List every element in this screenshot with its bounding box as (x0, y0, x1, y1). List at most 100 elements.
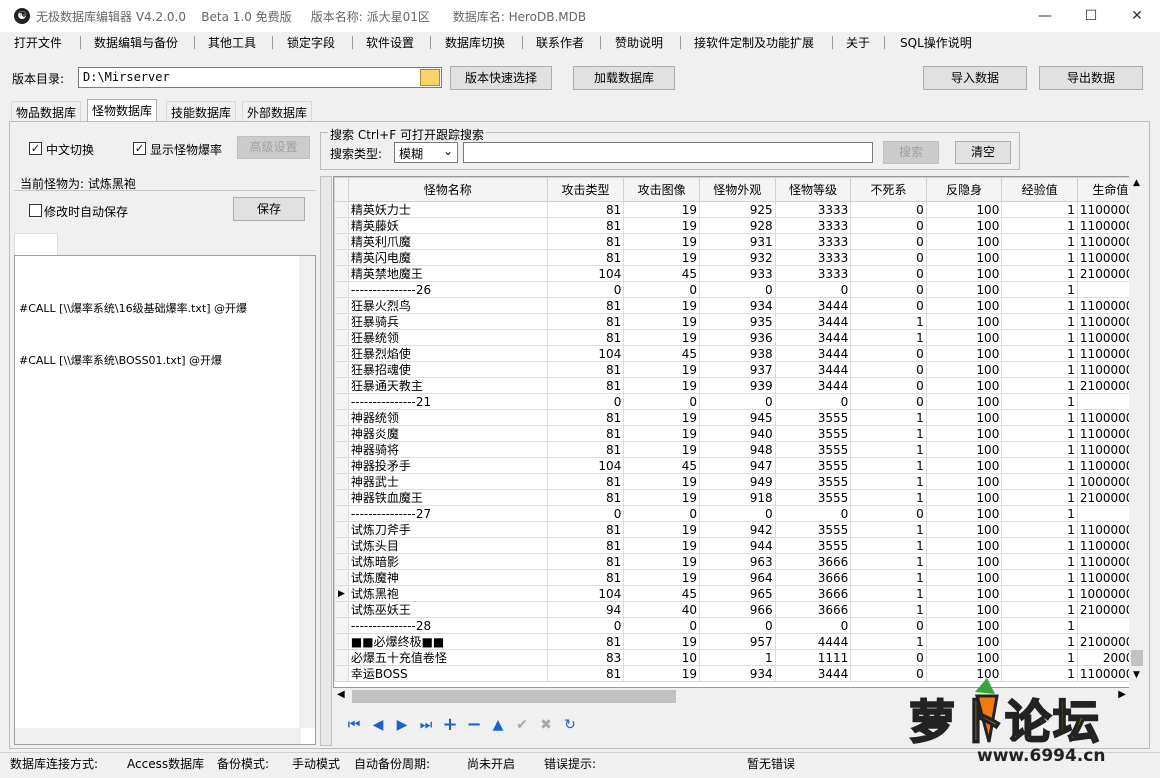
table-row[interactable]: 神器统领 81 19 945 3555 1 100 1 11000000 (334, 409, 1144, 426)
menu-lock-fields[interactable]: 锁定字段 (287, 34, 335, 51)
column-header[interactable]: 怪物外观 (698, 177, 776, 202)
table-cell[interactable]: 19 (623, 297, 700, 314)
table-row[interactable]: 狂暴烈焰使 104 45 938 3444 0 100 1 11000000 (334, 345, 1144, 362)
table-cell[interactable]: 940 (698, 425, 776, 442)
column-header[interactable]: 不死系 (850, 177, 927, 202)
next-icon[interactable]: ▶ (393, 716, 411, 734)
menu-custom[interactable]: 接软件定制及功能扩展 (694, 34, 814, 51)
table-cell[interactable]: 1 (850, 313, 927, 330)
table-cell[interactable]: 1 (1001, 649, 1078, 666)
table-cell[interactable]: 100 (925, 649, 1003, 666)
table-cell[interactable]: 3555 (774, 457, 852, 474)
last-icon[interactable]: ⏭ (417, 716, 435, 734)
table-cell[interactable]: 81 (546, 633, 625, 650)
table-cell[interactable]: 100 (925, 233, 1003, 250)
close-button[interactable]: ✕ (1114, 0, 1160, 32)
table-cell[interactable]: 1 (1001, 313, 1078, 330)
edit-icon[interactable]: ▲ (489, 716, 507, 734)
table-cell[interactable]: ---------------27 (347, 505, 548, 522)
table-cell[interactable]: 100 (925, 201, 1003, 218)
table-row[interactable]: 精英利爪魔 81 19 931 3333 0 100 1 11000000 (334, 233, 1144, 250)
table-cell[interactable]: 必爆五十充值卷怪 (347, 649, 548, 666)
quick-select-button[interactable]: 版本快速选择 (450, 66, 552, 90)
table-row[interactable]: 狂暴火烈鸟 81 19 934 3444 0 100 1 11000000 (334, 297, 1144, 314)
table-cell[interactable]: 1 (1001, 377, 1078, 394)
table-row[interactable]: ▶ 试炼黑袍 104 45 965 3666 1 100 1 10000000 (334, 585, 1144, 602)
scroll-thumb[interactable] (1131, 650, 1143, 666)
table-cell[interactable]: 81 (546, 569, 625, 586)
table-cell[interactable]: 104 (546, 457, 625, 474)
table-cell[interactable]: 精英妖力士 (347, 201, 548, 218)
table-cell[interactable]: 965 (698, 585, 776, 602)
table-cell[interactable]: 936 (698, 329, 776, 346)
table-cell[interactable]: 1 (1001, 505, 1078, 522)
table-cell[interactable]: 0 (698, 281, 776, 298)
table-cell[interactable]: 81 (546, 361, 625, 378)
table-cell[interactable]: ---------------21 (347, 393, 548, 410)
table-row[interactable]: 神器骑将 81 19 948 3555 1 100 1 11000000 (334, 441, 1144, 458)
table-cell[interactable]: 0 (850, 345, 927, 362)
table-cell[interactable]: 1 (1001, 489, 1078, 506)
table-cell[interactable]: 100 (925, 553, 1003, 570)
table-cell[interactable]: 1 (1001, 569, 1078, 586)
table-cell[interactable]: 942 (698, 521, 776, 538)
table-cell[interactable]: 948 (698, 441, 776, 458)
table-cell[interactable]: 81 (546, 313, 625, 330)
table-cell[interactable]: 100 (925, 489, 1003, 506)
table-row[interactable]: 必爆五十充值卷怪 83 10 1 1111 0 100 1 20000 (334, 649, 1144, 666)
table-cell[interactable]: 935 (698, 313, 776, 330)
table-cell[interactable]: 3666 (774, 601, 852, 618)
prior-icon[interactable]: ◀ (369, 716, 387, 734)
table-cell[interactable]: 0 (774, 617, 852, 634)
table-row[interactable]: 神器投矛手 104 45 947 3555 1 100 1 11000000 (334, 457, 1144, 474)
table-cell[interactable]: 1 (850, 601, 927, 618)
table-cell[interactable]: 1 (850, 425, 927, 442)
maximize-button[interactable]: ☐ (1068, 0, 1114, 32)
table-cell[interactable]: ---------------26 (347, 281, 548, 298)
table-row[interactable]: 精英闪电魔 81 19 932 3333 0 100 1 11000000 (334, 249, 1144, 266)
table-cell[interactable]: 100 (925, 265, 1003, 282)
table-cell[interactable]: 1 (1001, 521, 1078, 538)
table-cell[interactable]: 0 (850, 265, 927, 282)
menu-about[interactable]: 关于 (846, 34, 870, 51)
table-cell[interactable]: 19 (623, 665, 700, 682)
table-cell[interactable]: 0 (546, 281, 625, 298)
table-cell[interactable]: 1 (1001, 617, 1078, 634)
table-cell[interactable]: 1 (850, 441, 927, 458)
table-cell[interactable]: 3555 (774, 473, 852, 490)
table-cell[interactable]: 81 (546, 377, 625, 394)
table-cell[interactable]: 81 (546, 441, 625, 458)
table-cell[interactable]: 1 (1001, 281, 1078, 298)
table-cell[interactable]: 0 (850, 617, 927, 634)
table-row[interactable]: ---------------27 0 0 0 0 0 100 1 (334, 505, 1144, 522)
import-button[interactable]: 导入数据 (923, 66, 1027, 90)
table-cell[interactable]: 100 (925, 313, 1003, 330)
table-cell[interactable]: 0 (850, 649, 927, 666)
table-cell[interactable]: 试炼巫妖王 (347, 601, 548, 618)
table-cell[interactable]: 0 (850, 233, 927, 250)
table-cell[interactable]: 100 (925, 409, 1003, 426)
table-cell[interactable]: 944 (698, 537, 776, 554)
table-cell[interactable]: 0 (850, 217, 927, 234)
table-row[interactable]: 试炼魔神 81 19 964 3666 1 100 1 11000000 (334, 569, 1144, 586)
table-row[interactable]: 试炼暗影 81 19 963 3666 1 100 1 11000000 (334, 553, 1144, 570)
save-button[interactable]: 保存 (233, 197, 305, 221)
table-cell[interactable]: 81 (546, 553, 625, 570)
table-cell[interactable]: 100 (925, 249, 1003, 266)
table-row[interactable]: 狂暴招魂使 81 19 937 3444 0 100 1 11000000 (334, 361, 1144, 378)
delete-icon[interactable]: − (465, 716, 483, 734)
table-cell[interactable]: 0 (850, 201, 927, 218)
table-row[interactable]: ---------------26 0 0 0 0 0 100 1 (334, 281, 1144, 298)
droprate-tab[interactable] (14, 233, 58, 255)
table-row[interactable]: 精英藤妖 81 19 928 3333 0 100 1 11000000 (334, 217, 1144, 234)
table-cell[interactable]: 0 (850, 281, 927, 298)
table-cell[interactable]: 试炼暗影 (347, 553, 548, 570)
table-cell[interactable]: 1 (1001, 633, 1078, 650)
table-cell[interactable]: 100 (925, 281, 1003, 298)
table-cell[interactable]: 0 (623, 393, 700, 410)
table-row[interactable]: 精英禁地魔王 104 45 933 3333 0 100 1 21000000 (334, 265, 1144, 282)
table-cell[interactable]: 3444 (774, 313, 852, 330)
table-cell[interactable]: 931 (698, 233, 776, 250)
table-cell[interactable]: 100 (925, 377, 1003, 394)
table-cell[interactable]: 938 (698, 345, 776, 362)
